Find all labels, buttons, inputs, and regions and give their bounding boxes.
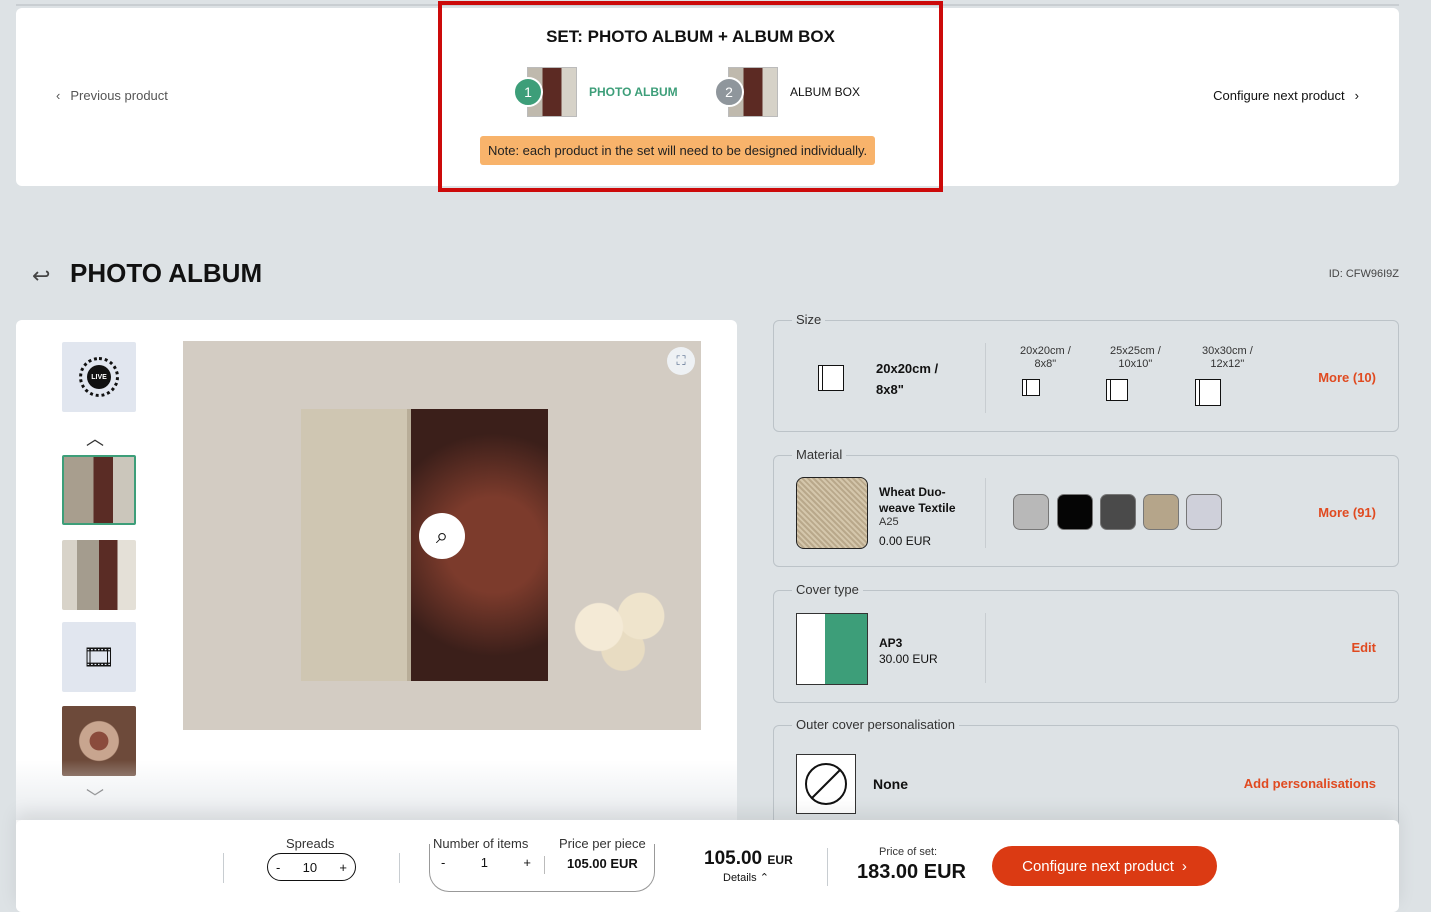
price-per-piece-label: Price per piece: [559, 836, 646, 851]
cover-type-legend: Cover type: [792, 582, 863, 597]
flowers-decoration: [563, 561, 683, 671]
live-label: LIVE: [87, 365, 111, 389]
page-title: PHOTO ALBUM: [70, 258, 263, 288]
material-swatch[interactable]: [1013, 494, 1049, 530]
material-option: Material Wheat Duo-weave Textile A25 0.0…: [773, 447, 1399, 567]
material-code: A25: [879, 516, 899, 528]
chevron-left-icon: ‹: [56, 88, 61, 103]
zoom-button[interactable]: ⌕: [419, 513, 465, 559]
minus-icon[interactable]: -: [276, 860, 280, 875]
size-option: Size 20x20cm / 8x8" 20x20cm / 8x8" 25x25…: [773, 312, 1399, 432]
set-step-photo-album[interactable]: 1 PHOTO ALBUM: [513, 67, 678, 117]
items-label: Number of items: [433, 836, 529, 851]
set-note: Note: each product in the set will need …: [480, 136, 876, 165]
gallery-thumb[interactable]: [62, 455, 136, 525]
album-spine: [301, 409, 411, 681]
film-icon: 🎞: [82, 641, 116, 672]
material-swatch[interactable]: [1100, 494, 1136, 530]
items-value: 1: [480, 855, 488, 870]
total-price: 105.00 EUR: [704, 848, 793, 869]
back-arrow-icon[interactable]: ↩: [32, 263, 50, 289]
fullscreen-button[interactable]: ⛶: [667, 347, 695, 375]
spreads-stepper[interactable]: - 10 +: [267, 853, 356, 881]
chevron-right-icon: ›: [1354, 88, 1359, 103]
set-price: 183.00 EUR: [857, 861, 966, 883]
add-personalisations-link[interactable]: Add personalisations: [1244, 776, 1376, 791]
divider: [544, 856, 545, 874]
fullscreen-icon: ⛶: [676, 353, 686, 368]
size-choice-30x30[interactable]: 30x30cm / 12x12": [1195, 345, 1253, 406]
price-per-piece: 105.00 EUR: [567, 856, 638, 871]
cta-label: Configure next product: [1022, 857, 1174, 875]
items-group: Number of items Price per piece - 1 + 10…: [429, 836, 655, 892]
set-step-album-box[interactable]: 2 ALBUM BOX: [714, 67, 860, 117]
step-number: 1: [513, 77, 543, 107]
product-id: ID: CFW96I9Z: [1328, 268, 1399, 280]
items-stepper[interactable]: - 1 +: [441, 855, 531, 870]
gallery-fade: [16, 760, 737, 820]
cover-type-price: 30.00 EUR: [879, 652, 938, 666]
album-size-icon: [818, 365, 844, 391]
divider: [223, 853, 224, 883]
plus-icon[interactable]: +: [523, 855, 531, 870]
selected-material-swatch: [796, 477, 868, 549]
live-icon: LIVE: [79, 357, 119, 397]
set-price-label: Price of set:: [879, 846, 938, 858]
previous-product-label: Previous product: [70, 88, 168, 103]
spreads-value: 10: [302, 859, 318, 875]
material-more-link[interactable]: More (91): [1318, 505, 1376, 520]
divider: [399, 853, 400, 883]
configure-next-product-link[interactable]: Configure next product ›: [1213, 88, 1359, 103]
minus-icon[interactable]: -: [441, 855, 445, 870]
outer-cover-legend: Outer cover personalisation: [792, 717, 959, 732]
set-highlight-box: SET: PHOTO ALBUM + ALBUM BOX 1 PHOTO ALB…: [438, 1, 943, 192]
material-swatch[interactable]: [1186, 494, 1222, 530]
material-name: Wheat Duo-weave Textile: [879, 485, 956, 515]
album-size-icon: [1106, 379, 1128, 401]
selected-size: 20x20cm / 8x8": [876, 361, 939, 397]
material-swatch[interactable]: [1143, 494, 1179, 530]
plus-icon[interactable]: +: [339, 860, 347, 875]
configure-next-product-button[interactable]: Configure next product ›: [992, 846, 1217, 886]
divider: [827, 848, 828, 886]
album-size-icon: [1195, 379, 1221, 406]
material-price: 0.00 EUR: [879, 534, 932, 548]
set-title: SET: PHOTO ALBUM + ALBUM BOX: [546, 27, 835, 46]
material-legend: Material: [792, 447, 847, 462]
step-label: PHOTO ALBUM: [589, 85, 678, 99]
bottom-bar: Spreads - 10 + Number of items Price per…: [16, 820, 1399, 912]
step-number: 2: [714, 77, 744, 107]
size-more-link[interactable]: More (10): [1318, 370, 1376, 385]
main-product-image: ⌕ ⛶: [183, 341, 701, 730]
divider: [985, 478, 986, 548]
configure-next-label: Configure next product: [1213, 88, 1345, 103]
album-size-icon: [1022, 379, 1040, 396]
step-label: ALBUM BOX: [790, 85, 861, 99]
search-icon: ⌕: [435, 523, 449, 548]
chevron-up-icon[interactable]: ︿: [86, 425, 104, 451]
chevron-right-icon: ›: [1181, 857, 1187, 875]
none-icon: [796, 754, 856, 814]
chevron-up-icon: ⌃: [759, 872, 769, 884]
previous-product-link[interactable]: ‹ Previous product: [56, 88, 168, 103]
size-legend: Size: [792, 312, 826, 327]
details-toggle[interactable]: Details ⌃: [723, 871, 769, 884]
divider: [985, 343, 986, 413]
outer-cover-value: None: [873, 776, 908, 792]
size-choice-20x20[interactable]: 20x20cm / 8x8": [1020, 345, 1071, 396]
live-preview-thumb[interactable]: LIVE: [62, 342, 136, 412]
cover-edit-link[interactable]: Edit: [1351, 640, 1376, 655]
cover-type-icon: [796, 613, 868, 685]
size-choice-25x25[interactable]: 25x25cm / 10x10": [1106, 345, 1161, 401]
cover-type-option: Cover type AP3 30.00 EUR Edit: [773, 582, 1399, 703]
video-thumb[interactable]: 🎞: [62, 622, 136, 692]
divider: [985, 613, 986, 683]
gallery-thumb[interactable]: [62, 540, 136, 610]
cover-type-name: AP3: [879, 636, 903, 650]
spreads-label: Spreads: [286, 836, 335, 851]
material-swatch[interactable]: [1057, 494, 1093, 530]
